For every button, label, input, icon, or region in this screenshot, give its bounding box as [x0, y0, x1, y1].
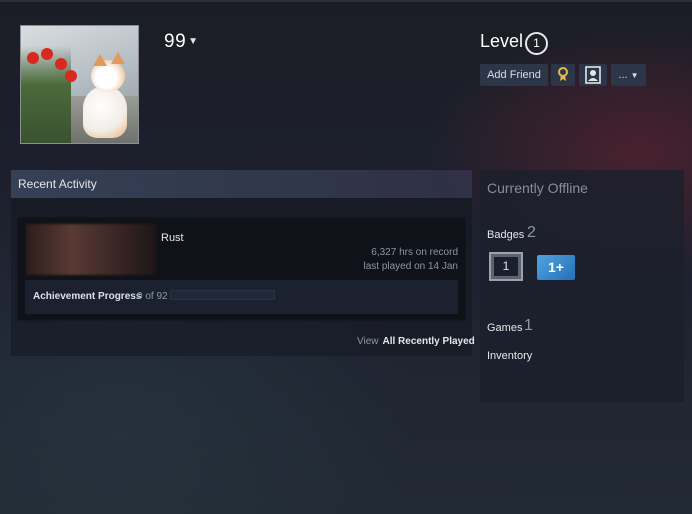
badge-value: 1	[494, 257, 518, 276]
games-count: 1	[524, 317, 533, 334]
chevron-down-icon: ▼	[188, 36, 199, 48]
persona-name-dropdown[interactable]: 99 ▼	[164, 31, 199, 53]
chevron-down-icon: ▼	[630, 71, 639, 80]
badges-count: 2	[527, 224, 536, 241]
view-profile-button[interactable]	[579, 64, 607, 86]
avatar-flower	[55, 58, 67, 70]
award-icon	[558, 67, 568, 81]
recent-activity-header: Recent Activity	[11, 170, 472, 198]
persona-name: 99	[164, 31, 187, 52]
online-status: Currently Offline	[487, 180, 588, 196]
games-link[interactable]: Games	[487, 322, 522, 334]
avatar-cat-ear	[93, 54, 107, 66]
top-divider	[0, 0, 692, 2]
profile-side-panel	[480, 170, 684, 402]
level-badge[interactable]: 1	[525, 32, 548, 55]
game-title-link[interactable]: Rust	[161, 232, 184, 244]
view-label: View	[357, 336, 379, 347]
game-hours-on-record: 6,327 hrs on record	[371, 247, 458, 258]
badges-link[interactable]: Badges	[487, 229, 524, 241]
avatar[interactable]	[20, 25, 139, 144]
achievement-progress-label: Achievement Progress	[33, 291, 142, 302]
user-icon	[585, 66, 601, 84]
all-recently-played-link[interactable]: All Recently Played	[383, 336, 475, 347]
add-friend-button[interactable]: Add Friend	[480, 64, 548, 86]
badge-item[interactable]: 1	[489, 252, 523, 281]
level-label: Level	[480, 31, 524, 51]
avatar-flower	[65, 70, 77, 82]
badge-item[interactable]: 1+	[537, 255, 575, 280]
avatar-cat-ear	[111, 52, 125, 64]
avatar-flower	[27, 52, 39, 64]
more-options-button[interactable]: ... ▼	[611, 64, 646, 86]
more-label: ...	[618, 69, 628, 81]
game-last-played: last played on 14 Jan	[363, 261, 458, 272]
game-capsule-image[interactable]	[26, 224, 156, 275]
achievement-progress-count: 0 of 92	[137, 291, 168, 302]
award-button[interactable]	[551, 64, 575, 86]
avatar-cat-body	[83, 86, 127, 138]
avatar-flower	[41, 48, 53, 60]
achievement-progress-bar	[170, 290, 275, 300]
inventory-link[interactable]: Inventory	[487, 350, 532, 362]
view-all-recently-played: View All Recently Played	[357, 336, 475, 347]
